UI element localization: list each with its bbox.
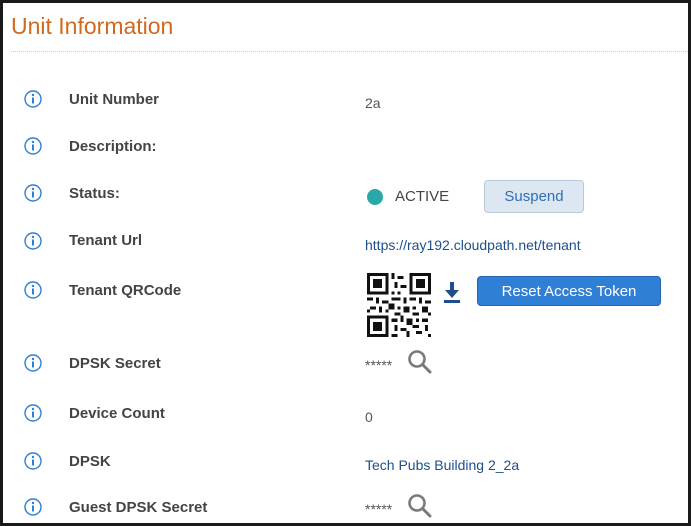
info-icon[interactable] xyxy=(24,137,42,155)
info-icon[interactable] xyxy=(24,184,42,202)
dpsk-secret-masked-value: ***** xyxy=(365,357,393,373)
device-count-label: Device Count xyxy=(69,405,165,422)
info-icon[interactable] xyxy=(24,354,42,372)
panel-title: Unit Information xyxy=(11,13,174,39)
info-icon[interactable] xyxy=(24,452,42,470)
dpsk-secret-label: DPSK Secret xyxy=(69,355,161,372)
info-icon[interactable] xyxy=(24,232,42,250)
info-icon[interactable] xyxy=(24,498,42,516)
title-divider xyxy=(11,51,688,52)
info-icon[interactable] xyxy=(24,404,42,422)
description-label: Description: xyxy=(69,138,157,155)
info-icon[interactable] xyxy=(24,90,42,108)
device-count-value: 0 xyxy=(365,409,373,425)
unit-information-panel: Unit Information Unit Number 2a Descript… xyxy=(0,0,691,526)
dpsk-link[interactable]: Tech Pubs Building 2_2a xyxy=(365,457,519,473)
magnifier-icon[interactable] xyxy=(407,349,433,375)
dpsk-label: DPSK xyxy=(69,453,111,470)
unit-number-label: Unit Number xyxy=(69,91,159,108)
tenant-url-link[interactable]: https://ray192.cloudpath.net/tenant xyxy=(365,237,581,253)
status-indicator-dot xyxy=(367,189,383,205)
reset-access-token-button[interactable]: Reset Access Token xyxy=(477,276,661,306)
unit-number-value: 2a xyxy=(365,95,381,111)
status-label: Status: xyxy=(69,185,120,202)
info-icon[interactable] xyxy=(24,281,42,299)
tenant-url-label: Tenant Url xyxy=(69,232,143,249)
guest-dpsk-secret-label: Guest DPSK Secret xyxy=(69,499,208,516)
magnifier-icon[interactable] xyxy=(407,493,433,519)
tenant-qrcode-label: Tenant QRCode xyxy=(69,282,182,299)
guest-dpsk-secret-masked-value: ***** xyxy=(365,501,393,517)
download-arrow-icon[interactable] xyxy=(443,282,461,304)
tenant-qr-code-image xyxy=(367,273,431,337)
status-value: ACTIVE xyxy=(395,188,450,205)
suspend-button[interactable]: Suspend xyxy=(484,180,584,213)
